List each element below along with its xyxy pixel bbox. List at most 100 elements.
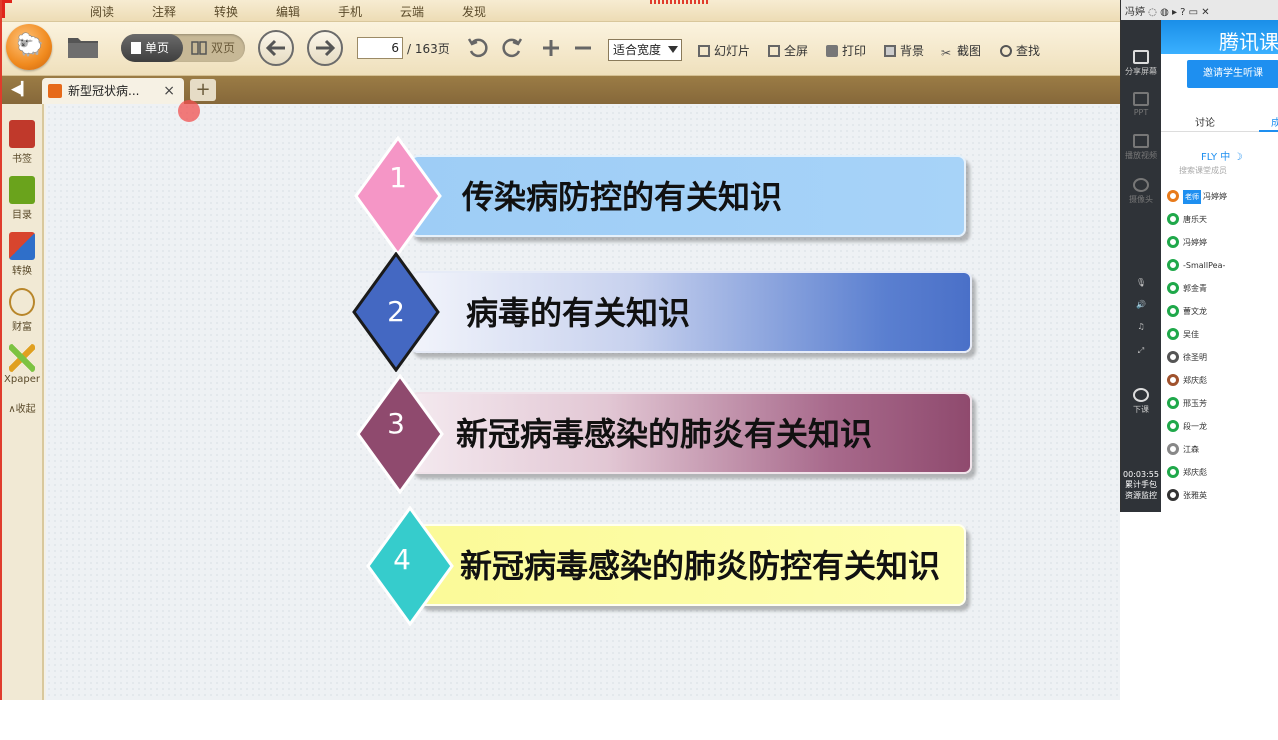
fullscreen-button[interactable]: 全屏 (768, 42, 808, 59)
avatar (1167, 351, 1179, 363)
music-button[interactable]: ♫ (1121, 322, 1161, 331)
member-name: 郭金青 (1183, 284, 1207, 293)
member-row[interactable]: 张雅英 (1167, 489, 1207, 509)
ri-label: PPT (1133, 108, 1149, 117)
zoom-in-icon[interactable] (539, 37, 563, 59)
sidebar-item-toc[interactable]: 目录 (2, 176, 42, 221)
avatar (1167, 443, 1179, 455)
member-row[interactable]: 蓸文龙 (1167, 305, 1207, 325)
menu-annotate[interactable]: 注释 (152, 3, 176, 20)
member-name: 冯婷婷 (1183, 238, 1207, 247)
microphone-icon: 🎙 (1135, 278, 1147, 287)
collapse-sidebar-icon[interactable]: ◀▎ (11, 82, 31, 97)
sidebar-item-wealth[interactable]: 财富 (2, 288, 42, 333)
next-page-button[interactable] (307, 30, 343, 66)
arrow-left-icon (265, 39, 285, 57)
member-row[interactable]: 郭金青 (1167, 282, 1207, 302)
panel-tabs: 讨论 成 (1161, 110, 1278, 132)
end-class-button[interactable]: 下课 (1121, 388, 1161, 415)
rotate-right-icon[interactable] (500, 37, 524, 59)
sidebar-label: 转换 (12, 266, 32, 277)
new-tab-button[interactable]: + (190, 79, 216, 101)
menu-convert[interactable]: 转换 (214, 3, 238, 20)
zoom-select[interactable]: 适合宽度 (608, 39, 682, 61)
expand-button[interactable]: ⤢ (1121, 346, 1161, 356)
member-name: 吴佳 (1183, 330, 1199, 339)
menu-read[interactable]: 阅读 (90, 3, 114, 20)
member-row[interactable]: 邢玉芳 (1167, 397, 1207, 417)
menu-cloud[interactable]: 云端 (400, 3, 424, 20)
double-page-button[interactable]: 双页 (185, 34, 245, 62)
member-row[interactable]: 江森 (1167, 443, 1199, 463)
member-search-input[interactable]: 搜索课堂成员 (1179, 165, 1227, 176)
print-button[interactable]: 打印 (826, 42, 866, 59)
rotate-left-icon[interactable] (466, 37, 490, 59)
menu-edit[interactable]: 编辑 (276, 3, 300, 20)
find-button[interactable]: 查找 (1000, 42, 1040, 59)
ppt-icon (1133, 92, 1149, 106)
slide-item-4-text: 新冠病毒感染的肺炎防控有关知识 (460, 547, 941, 585)
sidebar-label: Xpaper (4, 374, 40, 385)
slideshow-button[interactable]: 幻灯片 (698, 42, 750, 59)
open-folder-icon[interactable] (66, 32, 100, 60)
single-page-icon (131, 42, 141, 54)
member-row[interactable]: 徐圣明 (1167, 351, 1207, 371)
sidebar-item-bookmarks[interactable]: 书签 (2, 120, 42, 165)
arrow-right-icon (316, 39, 336, 57)
expand-icon: ⤢ (1137, 346, 1145, 355)
slideshow-icon (698, 45, 710, 57)
screenshot-button[interactable]: ✂ 截图 (941, 42, 981, 59)
avatar (1167, 259, 1179, 271)
ri-label: 分享屏幕 (1125, 67, 1157, 76)
printer-icon (826, 45, 838, 57)
app-logo[interactable] (6, 24, 52, 70)
mic-button[interactable]: 🎙 (1121, 278, 1161, 287)
sidebar-label: 财富 (12, 322, 32, 333)
member-row[interactable]: 郑庆彪 (1167, 466, 1207, 486)
sidebar-item-xpaper[interactable]: Xpaper (2, 344, 42, 385)
slide-item-2-text: 病毒的有关知识 (466, 294, 691, 332)
live-class-toolbar: 分享屏幕 PPT 播放视频 摄像头 🎙 🔊 ♫ ⤢ 下课 00:03:55 累计… (1121, 20, 1161, 512)
member-name: 邢玉芳 (1183, 399, 1207, 408)
background-button[interactable]: 背景 (884, 42, 924, 59)
member-row[interactable]: 冯婷婷 (1167, 236, 1207, 256)
prev-page-button[interactable] (258, 30, 294, 66)
play-video-button[interactable]: 播放视频 (1121, 134, 1161, 161)
camera-button[interactable]: 摄像头 (1121, 178, 1161, 205)
member-row[interactable]: 郑庆彪 (1167, 374, 1207, 394)
close-tab-button[interactable]: × (163, 78, 175, 104)
sidebar-item-convert[interactable]: 转换 (2, 232, 42, 277)
tab-discuss[interactable]: 讨论 (1195, 114, 1215, 129)
document-viewport[interactable]: 传染病防控的有关知识 1 病毒的有关知识 2 新冠病毒感染的肺炎有关知识 3 新… (46, 104, 1120, 700)
input-method-bar: FLY 中 ☽ (1201, 152, 1243, 163)
member-row[interactable]: -SmallPea- (1167, 259, 1225, 279)
avatar (1167, 236, 1179, 248)
menu-mobile[interactable]: 手机 (338, 3, 362, 20)
member-row[interactable]: 唐乐天 (1167, 213, 1207, 233)
page-number-input[interactable]: 6 (357, 37, 403, 59)
member-name: 张雅英 (1183, 491, 1207, 500)
tab-members[interactable]: 成 (1271, 114, 1278, 129)
avatar (1167, 213, 1179, 225)
sidebar-collapse-button[interactable]: ∧收起 (2, 400, 42, 415)
document-tab[interactable]: 新型冠状病... × (42, 78, 184, 104)
speaker-button[interactable]: 🔊 (1121, 300, 1161, 309)
money-bag-icon (9, 288, 35, 316)
ri-label: 摄像头 (1129, 195, 1153, 204)
print-label: 打印 (842, 44, 867, 58)
member-row[interactable]: 吴佳 (1167, 328, 1199, 348)
share-screen-button[interactable]: 分享屏幕 (1121, 50, 1161, 77)
member-name: 段一龙 (1183, 422, 1207, 431)
slide-num-3: 3 (387, 407, 405, 440)
menu-bar: 阅读 注释 转换 编辑 手机 云端 发现 (2, 0, 1120, 22)
member-name: 蓸文龙 (1183, 307, 1207, 316)
invite-students-button[interactable]: 邀请学生听课 (1187, 60, 1278, 88)
slideshow-label: 幻灯片 (714, 44, 751, 58)
member-row-teacher[interactable]: 老师 冯婷婷 (1167, 190, 1227, 210)
member-row[interactable]: 段一龙 (1167, 420, 1207, 440)
single-page-button[interactable]: 单页 (121, 34, 183, 62)
zoom-out-icon[interactable] (571, 37, 595, 59)
menu-discover[interactable]: 发现 (462, 3, 486, 20)
speaker-icon: 🔊 (1136, 300, 1146, 309)
ppt-button[interactable]: PPT (1121, 92, 1161, 117)
